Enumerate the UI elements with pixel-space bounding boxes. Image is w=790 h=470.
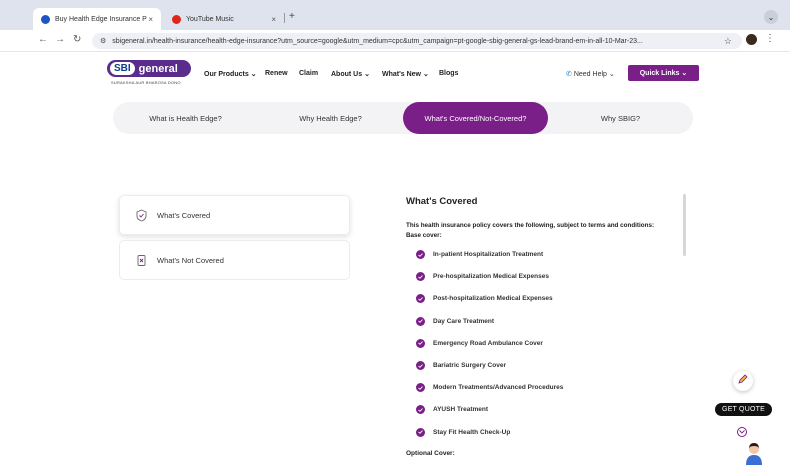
covered-item-label: Pre-hospitalization Medical Expenses bbox=[433, 273, 549, 281]
get-quote-button[interactable]: GET QUOTE bbox=[715, 403, 772, 416]
sbi-favicon-icon bbox=[41, 14, 50, 24]
check-circle-icon bbox=[416, 405, 425, 415]
youtube-music-favicon-icon bbox=[172, 14, 181, 24]
check-circle-icon bbox=[416, 316, 425, 326]
logo-tagline: SURAKSHA AUR BHAROSA DONO bbox=[111, 80, 181, 85]
whats-covered-card[interactable]: What's Covered bbox=[119, 195, 350, 235]
chat-assistant-avatar[interactable] bbox=[744, 442, 764, 465]
nav-our-products[interactable]: Our Products ⌄ bbox=[204, 70, 257, 78]
chevron-down-icon[interactable] bbox=[737, 427, 747, 437]
covered-item-label: Post-hospitalization Medical Expenses bbox=[433, 295, 553, 303]
card-label: What's Not Covered bbox=[157, 255, 224, 265]
chevron-down-icon: ⌄ bbox=[364, 71, 370, 78]
quick-links-label: Quick Links bbox=[639, 69, 680, 77]
pen-icon bbox=[737, 372, 749, 390]
check-circle-icon bbox=[416, 427, 425, 437]
optional-cover-label: Optional Cover: bbox=[406, 450, 455, 457]
site-header: SBI general SURAKSHA AUR BHAROSA DONO Ou… bbox=[0, 52, 790, 90]
nav-label: About Us bbox=[331, 71, 363, 78]
covered-list-item: Day Care Treatment bbox=[416, 316, 495, 326]
intro-text: This health insurance policy covers the … bbox=[406, 222, 655, 229]
bookmark-star-icon[interactable]: ☆ bbox=[724, 36, 732, 47]
browser-tab-bar: Buy Health Edge Insurance P × YouTube Mu… bbox=[0, 0, 790, 30]
tab-what-is-health-edge[interactable]: What is Health Edge? bbox=[113, 102, 258, 134]
back-arrow-icon[interactable]: ← bbox=[38, 34, 48, 45]
browser-tab-title: Buy Health Edge Insurance P bbox=[55, 15, 147, 23]
logo-general-text: general bbox=[138, 62, 178, 75]
covered-list-item: Post-hospitalization Medical Expenses bbox=[416, 294, 553, 304]
whats-covered-heading: What's Covered bbox=[406, 196, 478, 207]
check-circle-icon bbox=[416, 272, 425, 282]
tab-separator bbox=[284, 13, 285, 23]
nav-renew[interactable]: Renew bbox=[265, 70, 288, 77]
covered-intro: This health insurance policy covers the … bbox=[406, 221, 691, 241]
covered-list-item: Modern Treatments/Advanced Procedures bbox=[416, 383, 564, 393]
covered-list-item: Stay Fit Health Check-Up bbox=[416, 427, 511, 437]
covered-item-label: Modern Treatments/Advanced Procedures bbox=[433, 384, 564, 392]
document-cross-icon bbox=[134, 253, 148, 267]
forward-arrow-icon[interactable]: → bbox=[55, 34, 65, 45]
nav-claim[interactable]: Claim bbox=[299, 70, 318, 77]
browser-menu-icon[interactable]: ⋮ bbox=[765, 33, 775, 44]
covered-item-label: Stay Fit Health Check-Up bbox=[433, 428, 511, 436]
nav-label: Our Products bbox=[204, 71, 249, 78]
tab-whats-covered-not-covered[interactable]: What's Covered/Not-Covered? bbox=[403, 102, 548, 134]
need-help-menu[interactable]: ✆ Need Help ⌄ bbox=[566, 70, 615, 78]
chevron-down-icon: ⌄ bbox=[681, 70, 688, 77]
check-circle-icon bbox=[416, 361, 425, 370]
quote-pen-button[interactable] bbox=[733, 371, 753, 391]
need-help-label: Need Help bbox=[573, 71, 607, 78]
quick-links-button[interactable]: Quick Links ⌄ bbox=[628, 65, 699, 81]
browser-toolbar: ← → ↻ ⚙ sbigeneral.in/health-insurance/h… bbox=[0, 30, 790, 52]
card-label: What's Covered bbox=[157, 210, 211, 220]
covered-list-item: Pre-hospitalization Medical Expenses bbox=[416, 272, 549, 282]
covered-list-item: Bariatric Surgery Cover bbox=[416, 361, 506, 370]
content-scrollbar[interactable] bbox=[683, 194, 686, 256]
browser-tab-youtube-music[interactable]: YouTube Music × bbox=[164, 8, 284, 30]
tab-why-sbig[interactable]: Why SBIG? bbox=[548, 102, 693, 134]
covered-list-item: AYUSH Treatment bbox=[416, 405, 489, 415]
close-tab-icon[interactable]: × bbox=[148, 15, 153, 24]
nav-blogs[interactable]: Blogs bbox=[439, 70, 458, 77]
whats-not-covered-card[interactable]: What's Not Covered bbox=[119, 240, 350, 280]
chevron-down-icon: ⌄ bbox=[250, 71, 257, 78]
section-tabs: What is Health Edge? Why Health Edge? Wh… bbox=[113, 102, 693, 134]
new-tab-button[interactable]: + bbox=[289, 11, 295, 22]
close-tab-icon[interactable]: × bbox=[271, 15, 276, 24]
reload-icon[interactable]: ↻ bbox=[73, 34, 81, 45]
tab-why-health-edge[interactable]: Why Health Edge? bbox=[258, 102, 403, 134]
chevron-down-icon: ⌄ bbox=[422, 71, 429, 78]
nav-about-us[interactable]: About Us ⌄ bbox=[331, 70, 370, 78]
covered-item-label: In-patient Hospitalization Treatment bbox=[433, 251, 544, 258]
check-circle-icon bbox=[416, 338, 425, 348]
covered-item-label: Emergency Road Ambulance Cover bbox=[433, 339, 543, 347]
nav-whats-new[interactable]: What's New ⌄ bbox=[382, 70, 429, 78]
url-text: sbigeneral.in/health-insurance/health-ed… bbox=[112, 37, 643, 45]
nav-label: What's New bbox=[382, 71, 422, 78]
covered-item-label: Day Care Treatment bbox=[433, 317, 495, 325]
profile-avatar-icon[interactable] bbox=[746, 34, 757, 45]
base-cover-label: Base cover: bbox=[406, 232, 442, 239]
covered-list-item: In-patient Hospitalization Treatment bbox=[416, 250, 543, 259]
site-settings-icon[interactable]: ⚙ bbox=[100, 37, 106, 45]
address-bar[interactable]: ⚙ sbigeneral.in/health-insurance/health-… bbox=[92, 33, 742, 49]
check-circle-icon bbox=[416, 383, 425, 393]
covered-list-item: Emergency Road Ambulance Cover bbox=[416, 338, 543, 348]
logo-sbi-text: SBI bbox=[110, 62, 135, 75]
covered-item-label: AYUSH Treatment bbox=[433, 406, 489, 414]
covered-item-label: Bariatric Surgery Cover bbox=[433, 362, 506, 369]
shield-icon bbox=[134, 208, 148, 222]
check-circle-icon bbox=[416, 250, 425, 259]
phone-icon: ✆ bbox=[566, 71, 572, 78]
chevron-down-icon: ⌄ bbox=[608, 71, 615, 78]
sbi-general-logo[interactable]: SBI general bbox=[107, 60, 191, 77]
browser-tab-health-edge[interactable]: Buy Health Edge Insurance P × bbox=[33, 8, 161, 30]
check-circle-icon bbox=[416, 294, 425, 304]
browser-tab-title: YouTube Music bbox=[186, 15, 234, 23]
tab-search-chevron-icon[interactable]: ⌄ bbox=[764, 10, 778, 24]
